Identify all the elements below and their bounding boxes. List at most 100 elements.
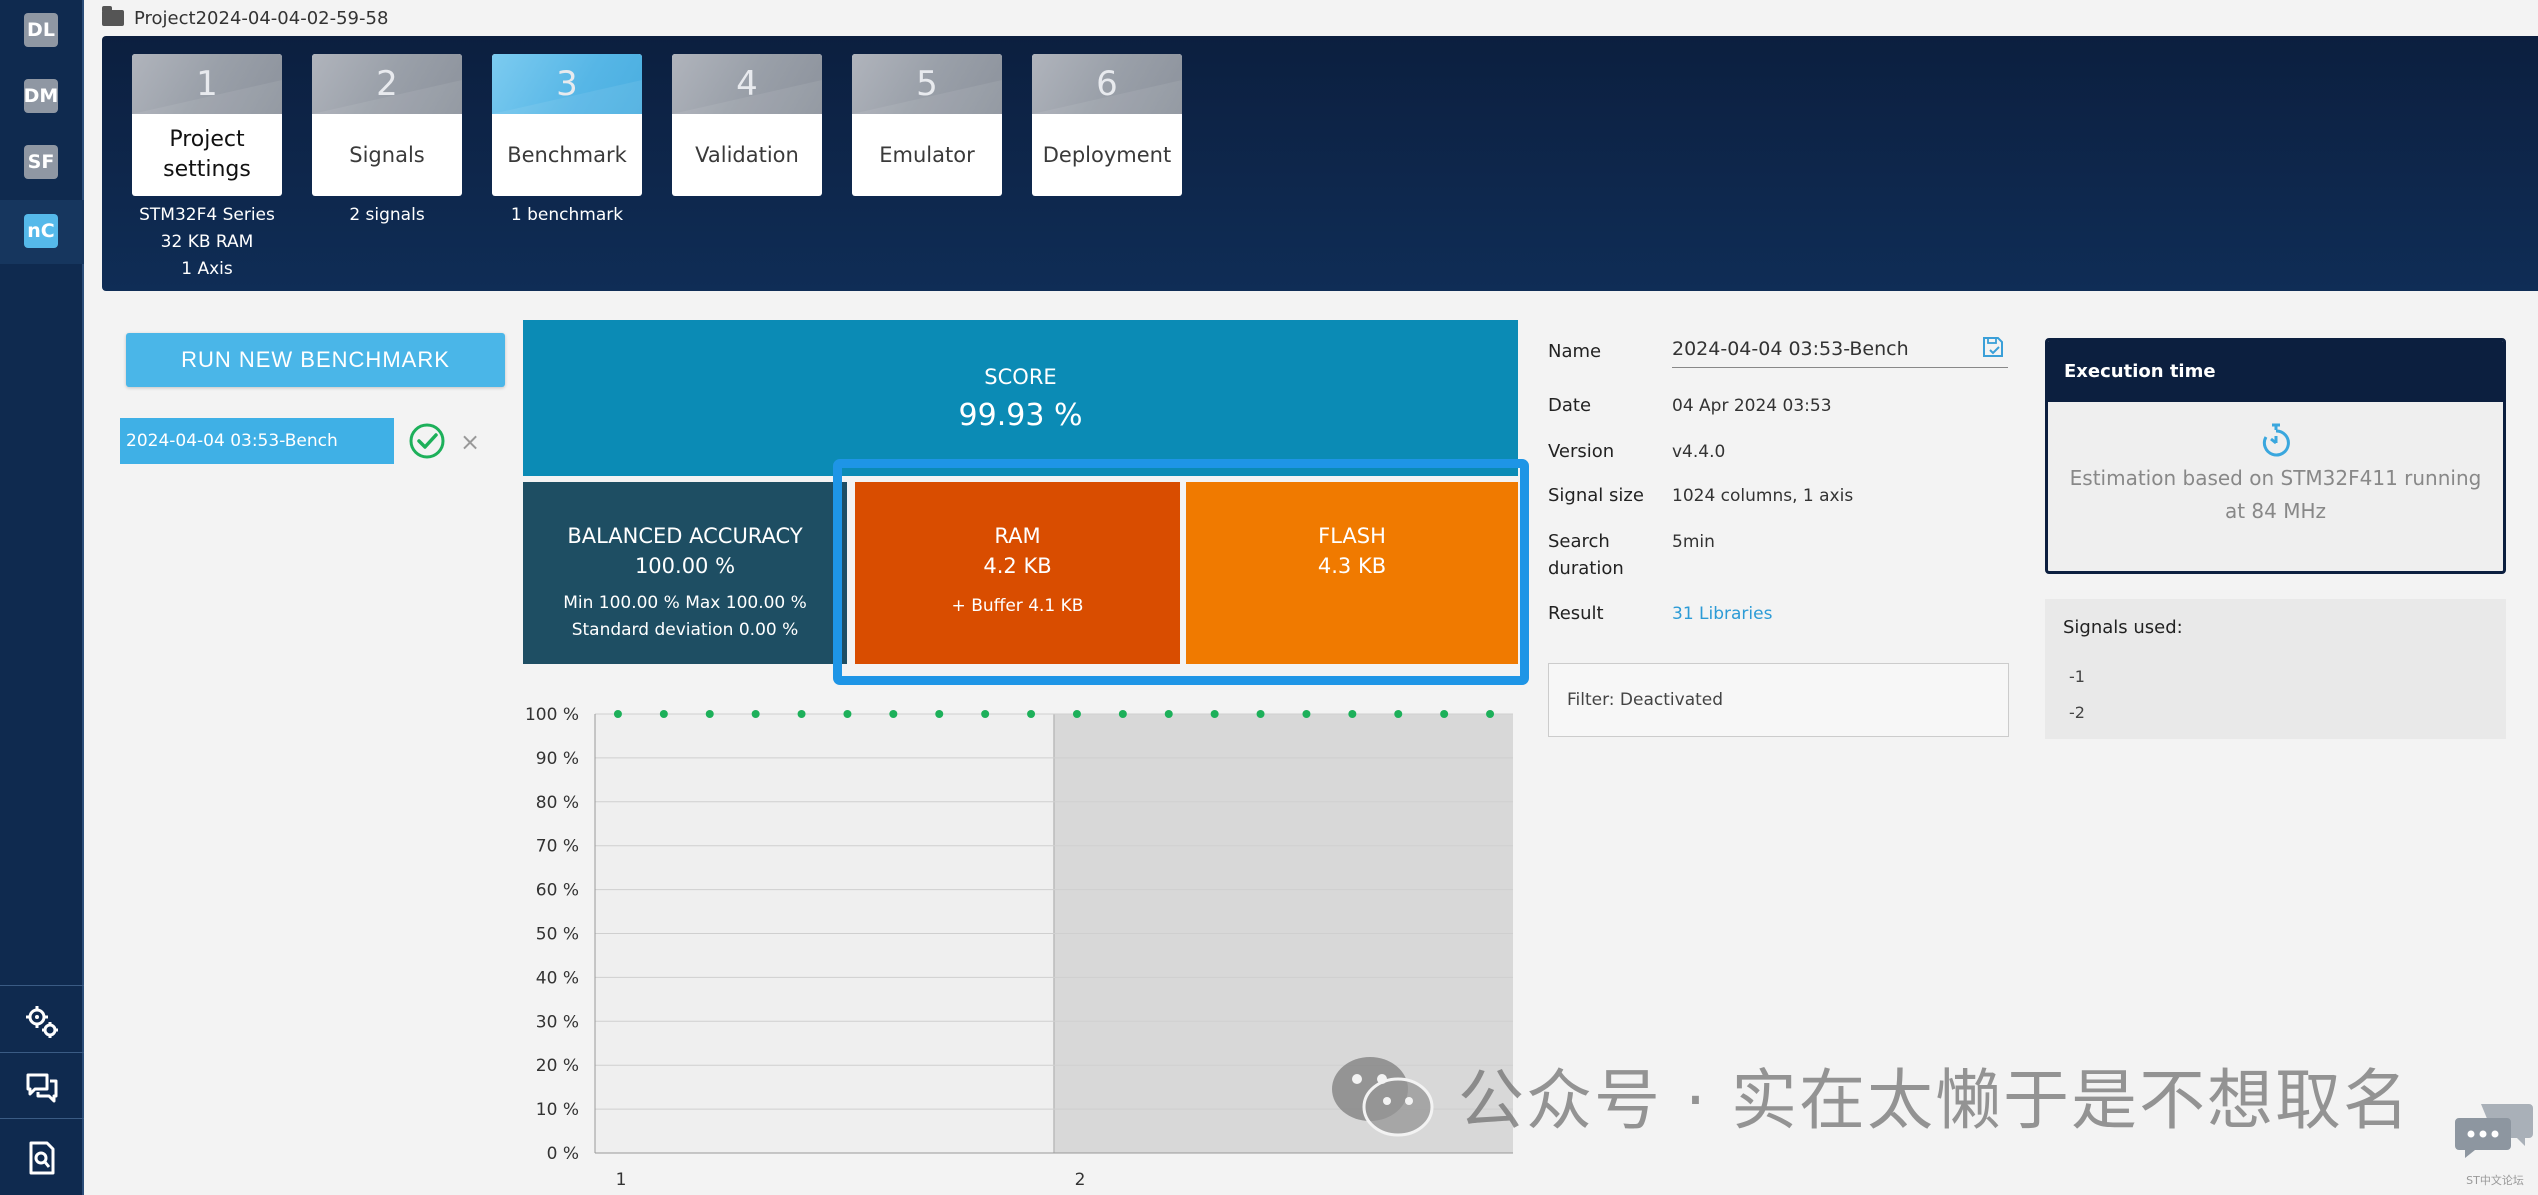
- chart-data-point: [613, 710, 622, 718]
- signal-item: -2: [2069, 703, 2085, 722]
- step-summary-line: 2 signals: [349, 205, 425, 225]
- step-label: Emulator: [879, 143, 975, 167]
- step-number: 6: [1032, 54, 1182, 114]
- step-project-settings[interactable]: 1 Project settings: [132, 54, 282, 196]
- folder-icon: [102, 6, 124, 26]
- rail-badge-dl[interactable]: DL: [24, 13, 58, 47]
- step-summary-line: 1 Axis: [181, 259, 233, 279]
- score-value: 99.93 %: [958, 398, 1083, 433]
- chart-x-tick-label: 2: [1075, 1170, 1086, 1190]
- step-summary: 1 benchmark: [492, 202, 642, 229]
- chart-y-tick-label: 30 %: [536, 1012, 579, 1032]
- memory-highlight-frame: [833, 459, 1529, 685]
- step-label: Signals: [349, 143, 425, 167]
- chart-y-tick-label: 50 %: [536, 925, 579, 945]
- watermark: 公众号 · 实在太懒于是不想取名: [1330, 1040, 2480, 1150]
- stopwatch-icon: [2262, 423, 2290, 457]
- chart-data-point: [843, 710, 852, 718]
- chat-icon[interactable]: [22, 1068, 62, 1108]
- step-number: 4: [672, 54, 822, 114]
- step-label: Validation: [695, 143, 799, 167]
- step-label: Deployment: [1042, 143, 1172, 167]
- st-forum-logo: ST中文论坛: [2450, 1100, 2538, 1192]
- rail-badge-nc[interactable]: nC: [24, 214, 58, 248]
- chart-data-point: [659, 710, 668, 718]
- rail-separator: [0, 1118, 84, 1119]
- score-panel: SCORE 99.93 %: [523, 320, 1518, 476]
- signals-used-title: Signals used:: [2063, 617, 2183, 638]
- result-label: Result: [1548, 603, 1604, 624]
- filter-status[interactable]: Filter: Deactivated: [1548, 663, 2009, 737]
- chart-y-tick-label: 20 %: [536, 1056, 579, 1076]
- chart-data-point: [1072, 710, 1081, 718]
- chart-y-tick-label: 80 %: [536, 793, 579, 813]
- chart-data-point: [1210, 710, 1219, 718]
- balanced-accuracy-panel: BALANCED ACCURACY 100.00 % Min 100.00 % …: [523, 482, 847, 664]
- chart-y-tick-label: 70 %: [536, 837, 579, 857]
- project-path: Project2024-04-04-02-59-58: [134, 7, 389, 29]
- execution-time-line: at 84 MHz: [2224, 499, 2327, 523]
- chart-y-tick-label: 40 %: [536, 968, 579, 988]
- step-signals[interactable]: 2 Signals: [312, 54, 462, 196]
- search-duration-label: Search duration: [1548, 528, 1624, 582]
- wechat-logo: [1332, 1057, 1434, 1137]
- chart-data-point: [1440, 710, 1449, 718]
- version-label: Version: [1548, 441, 1615, 462]
- step-benchmark[interactable]: 3 Benchmark: [492, 54, 642, 196]
- step-deployment[interactable]: 6 Deployment: [1032, 54, 1182, 196]
- step-number: 3: [492, 54, 642, 114]
- signals-used-panel: Signals used: -1 -2: [2045, 599, 2506, 739]
- chart-data-point: [1118, 710, 1127, 718]
- step-validation[interactable]: 4 Validation: [672, 54, 822, 196]
- search-duration-label-line: duration: [1548, 558, 1624, 579]
- chart-y-tick-label: 100 %: [525, 705, 579, 725]
- chart-data-point: [935, 710, 944, 718]
- benchmark-list-item[interactable]: 2024-04-04 03:53-Bench: [120, 418, 394, 464]
- chat-bubbles-icon: [2455, 1104, 2533, 1158]
- step-summary: 2 signals: [312, 202, 462, 229]
- step-number: 1: [132, 54, 282, 114]
- watermark-text: 公众号 · 实在太懒于是不想取名: [1458, 1062, 2411, 1139]
- left-rail: DL DM SF nC: [0, 0, 84, 1195]
- chart-data-point: [1256, 710, 1265, 718]
- balanced-accuracy-value: 100.00 %: [634, 554, 736, 578]
- search-doc-icon[interactable]: [22, 1138, 62, 1178]
- breadcrumb: Project2024-04-04-02-59-58: [102, 4, 388, 32]
- chart-y-tick-label: 0 %: [547, 1144, 579, 1164]
- result-libraries-link[interactable]: 31 Libraries: [1672, 604, 1772, 624]
- balanced-accuracy-stddev: Standard deviation 0.00 %: [571, 620, 799, 640]
- search-duration-label-line: Search: [1548, 531, 1610, 552]
- workflow-banner: 1 Project settings STM32F4 Series 32 KB …: [102, 36, 2538, 291]
- step-summary: STM32F4 Series 32 KB RAM 1 Axis: [132, 202, 282, 283]
- signal-item: -1: [2069, 667, 2085, 686]
- step-emulator[interactable]: 5 Emulator: [852, 54, 1002, 196]
- balanced-accuracy-title: BALANCED ACCURACY: [567, 524, 803, 548]
- rail-badge-dm[interactable]: DM: [24, 79, 58, 113]
- step-label: Project settings: [163, 127, 251, 182]
- balanced-accuracy-minmax: Min 100.00 % Max 100.00 %: [563, 593, 807, 613]
- result-cell: 31 Libraries: [1672, 604, 1772, 624]
- save-icon[interactable]: [1982, 336, 2004, 358]
- chart-y-tick-label: 10 %: [536, 1100, 579, 1120]
- rail-badge-sf[interactable]: SF: [24, 145, 58, 179]
- rail-separator: [0, 985, 84, 986]
- chart-data-point: [1164, 710, 1173, 718]
- benchmark-name-value: 2024-04-04 03:53-Bench: [1672, 337, 1909, 360]
- chart-data-point: [1302, 710, 1311, 718]
- chart-data-point: [889, 710, 898, 718]
- gear-icon[interactable]: [22, 1002, 62, 1042]
- check-circle-icon: [409, 423, 445, 459]
- execution-time-title: Execution time: [2048, 341, 2503, 402]
- chart-data-point: [981, 710, 990, 718]
- name-label: Name: [1548, 341, 1602, 362]
- step-number: 2: [312, 54, 462, 114]
- step-summary-line: 32 KB RAM: [160, 232, 254, 252]
- chart-data-point: [1027, 710, 1036, 718]
- run-new-benchmark-button[interactable]: RUN NEW BENCHMARK: [126, 333, 505, 387]
- chart-y-tick-label: 60 %: [536, 881, 579, 901]
- search-duration-value: 5min: [1672, 532, 1715, 552]
- close-icon[interactable]: ×: [460, 428, 480, 456]
- execution-time-card: Execution time Estimation based on STM32…: [2045, 338, 2506, 574]
- execution-time-line: Estimation based on STM32F411 running: [2069, 466, 2482, 490]
- benchmark-name-field[interactable]: 2024-04-04 03:53-Bench: [1672, 330, 2008, 368]
